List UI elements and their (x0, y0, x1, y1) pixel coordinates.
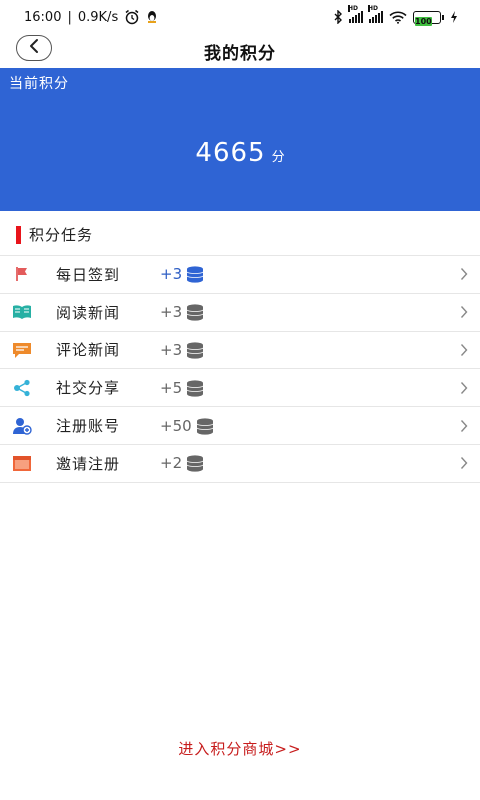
task-row-daily-checkin[interactable]: 每日签到 +3 (0, 256, 480, 294)
bluetooth-icon (333, 10, 343, 24)
chevron-right-icon (460, 456, 468, 470)
status-right: HD HD 100 (333, 5, 458, 26)
task-row-register-account[interactable]: 注册账号 +50 (0, 407, 480, 445)
battery-icon: 100 (413, 10, 444, 26)
coin-stack-icon (186, 265, 204, 283)
task-reward: +3 (160, 265, 204, 283)
back-button[interactable] (16, 35, 52, 61)
coin-stack-icon (186, 454, 204, 472)
task-row-invite-register[interactable]: 邀请注册 +2 (0, 445, 480, 483)
task-name: 每日签到 (56, 265, 121, 284)
task-name: 社交分享 (56, 379, 121, 398)
status-left: 16:00 | 0.9K/s (24, 9, 158, 25)
alarm-icon (124, 9, 140, 25)
points-value-wrap: 4665 分 (0, 138, 480, 168)
points-mall-link[interactable]: 进入积分商城>> (0, 738, 480, 759)
qq-penguin-icon (146, 10, 158, 24)
task-name: 注册账号 (56, 417, 121, 436)
coin-stack-icon (186, 303, 204, 321)
section-accent-bar (16, 225, 21, 244)
status-time: 16:00 (24, 9, 62, 25)
task-reward-value: +2 (160, 454, 183, 473)
book-icon (12, 302, 32, 322)
task-row-comment-news[interactable]: 评论新闻 +3 (0, 332, 480, 370)
coin-stack-icon (186, 379, 204, 397)
chevron-right-icon (460, 305, 468, 319)
add-user-icon (12, 416, 32, 436)
chevron-left-icon (28, 38, 40, 58)
task-reward: +3 (160, 303, 204, 321)
task-row-social-share[interactable]: 社交分享 +5 (0, 369, 480, 408)
charging-icon (450, 11, 458, 23)
flag-icon (12, 264, 32, 284)
task-reward-value: +5 (160, 378, 183, 397)
chevron-right-icon (460, 419, 468, 433)
chevron-right-icon (460, 267, 468, 281)
task-name: 阅读新闻 (56, 303, 121, 322)
points-value: 4665 (195, 138, 266, 168)
share-icon (12, 378, 32, 398)
section-title: 积分任务 (29, 226, 94, 244)
invite-icon (12, 453, 32, 473)
task-list: 每日签到 +3 阅读新闻 +3 评论新闻 +3 社交分享 +5 注册账号 +50… (0, 256, 480, 483)
page-title: 我的积分 (204, 43, 276, 64)
task-name: 邀请注册 (56, 454, 121, 473)
task-reward-value: +3 (160, 265, 183, 284)
task-reward: +2 (160, 454, 204, 472)
task-reward-value: +3 (160, 303, 183, 322)
task-reward: +50 (160, 417, 214, 435)
status-separator: | (67, 9, 72, 25)
points-unit: 分 (271, 150, 285, 165)
task-name: 评论新闻 (56, 341, 121, 360)
task-reward: +3 (160, 341, 204, 359)
status-bar: 16:00 | 0.9K/s HD HD 100 (0, 0, 480, 34)
chevron-right-icon (460, 381, 468, 395)
signal-strength-icon: HD (348, 5, 363, 23)
task-row-read-news[interactable]: 阅读新闻 +3 (0, 294, 480, 332)
task-reward-value: +50 (160, 416, 192, 435)
task-reward: +5 (160, 379, 204, 397)
signal-strength-icon-2: HD (368, 5, 383, 23)
current-points-label: 当前积分 (9, 76, 69, 92)
nav-bar: 我的积分 (0, 34, 480, 68)
points-banner: 当前积分 4665 分 (0, 68, 480, 211)
chevron-right-icon (460, 343, 468, 357)
coin-stack-icon (186, 341, 204, 359)
task-reward-value: +3 (160, 340, 183, 359)
comment-icon (12, 340, 32, 360)
battery-level: 100 (415, 16, 432, 26)
status-network-speed: 0.9K/s (77, 9, 119, 25)
coin-stack-icon (196, 417, 214, 435)
wifi-icon (389, 11, 407, 24)
tasks-section-header: 积分任务 (0, 214, 480, 256)
